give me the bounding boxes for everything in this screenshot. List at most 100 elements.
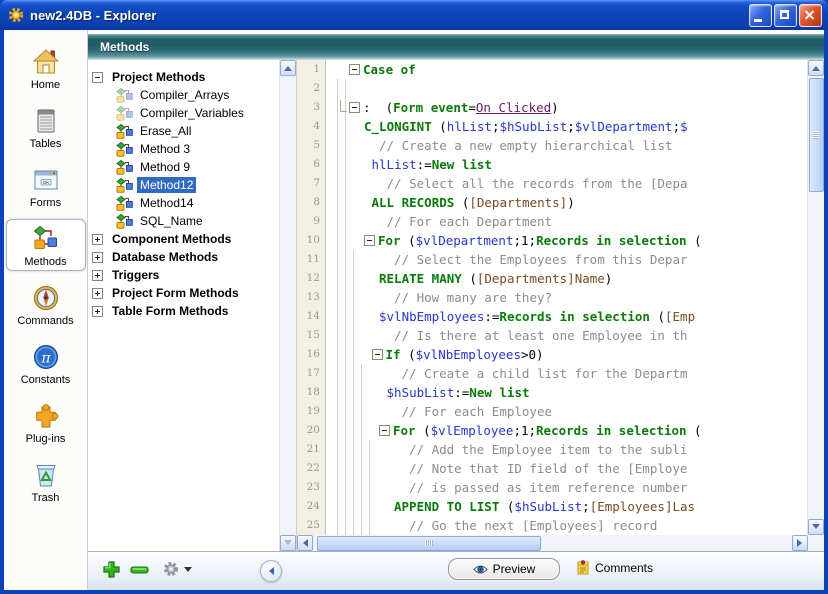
line-number: 22 — [297, 459, 325, 478]
tree-item-project-methods[interactable]: Project Methods — [88, 68, 279, 86]
code-line[interactable]: // Is there at least one Employee in th — [326, 326, 807, 345]
code-line[interactable]: For ($vlEmployee;1;Records in selection … — [326, 421, 807, 440]
fold-collapse-icon[interactable] — [379, 425, 390, 436]
scroll-down-icon[interactable] — [280, 535, 296, 551]
collapse-box-icon[interactable] — [92, 72, 103, 83]
maximize-button[interactable] — [774, 4, 797, 27]
actions-menu-button[interactable] — [162, 560, 192, 578]
code-vertical-scrollbar[interactable] — [807, 60, 824, 535]
sidebar-item-methods[interactable]: Methods — [6, 219, 86, 271]
code-line[interactable] — [326, 79, 807, 98]
code-line[interactable]: // Create a new empty hierarchical list — [326, 136, 807, 155]
collapse-pane-button[interactable] — [260, 560, 282, 582]
expand-box-icon[interactable] — [92, 234, 103, 245]
tree-item-compiler_arrays[interactable]: Compiler_Arrays — [88, 86, 279, 104]
tree-item-project-form-methods[interactable]: Project Form Methods — [88, 284, 279, 302]
collapse-left-icon — [265, 567, 274, 575]
chevron-down-icon — [184, 567, 192, 576]
code-line[interactable]: // How many are they? — [326, 288, 807, 307]
code-line[interactable]: // For each Employee — [326, 402, 807, 421]
methods-icon — [7, 223, 85, 254]
code-line[interactable]: // For each Department — [326, 212, 807, 231]
scroll-left-icon[interactable] — [297, 535, 313, 551]
code-line[interactable]: Case of — [326, 60, 807, 79]
code-line[interactable]: $vlNbEmployees:=Records in selection ([E… — [326, 307, 807, 326]
expand-box-icon[interactable] — [92, 288, 103, 299]
minimize-button[interactable] — [749, 4, 772, 27]
horizontal-scroll-thumb[interactable] — [317, 536, 541, 551]
tree-item-component-methods[interactable]: Component Methods — [88, 230, 279, 248]
code-line[interactable]: // Note that ID field of the [Employe — [326, 459, 807, 478]
preview-eye-icon — [473, 564, 488, 575]
code-line[interactable]: // Select the Employees from this Depar — [326, 250, 807, 269]
tree-item-table-form-methods[interactable]: Table Form Methods — [88, 302, 279, 320]
code-line[interactable]: If ($vlNbEmployees>0) — [326, 345, 807, 364]
expand-box-icon[interactable] — [92, 252, 103, 263]
code-line[interactable]: // Add the Employee item to the subli — [326, 440, 807, 459]
tree-item-method-3[interactable]: Method 3 — [88, 140, 279, 158]
line-number: 6 — [297, 155, 325, 174]
code-editor[interactable]: Case of : (Form event=On Clicked)C_LONGIN… — [326, 60, 807, 535]
sidebar-item-plugins[interactable]: Plug-ins — [6, 396, 86, 448]
line-number: 16 — [297, 345, 325, 364]
fold-collapse-icon[interactable] — [372, 349, 383, 360]
tree-item-database-methods[interactable]: Database Methods — [88, 248, 279, 266]
sidebar-item-tables[interactable]: Tables — [6, 101, 86, 153]
code-line[interactable]: For ($vlDepartment;1;Records in selectio… — [326, 231, 807, 250]
tree-item-sql_name[interactable]: SQL_Name — [88, 212, 279, 230]
commands-icon — [7, 282, 85, 313]
code-line[interactable]: $hSubList:=New list — [326, 383, 807, 402]
line-number: 4 — [297, 117, 325, 136]
app-gear-icon — [7, 6, 25, 24]
expand-box-icon[interactable] — [92, 270, 103, 281]
code-line[interactable]: // is passed as item reference number — [326, 478, 807, 497]
add-method-button[interactable] — [102, 560, 121, 579]
tree-item-method-9[interactable]: Method 9 — [88, 158, 279, 176]
tree-scrollbar[interactable] — [279, 60, 296, 551]
fold-collapse-icon[interactable] — [349, 102, 360, 113]
code-horizontal-scrollbar[interactable] — [297, 535, 808, 551]
code-line[interactable]: : (Form event=On Clicked) — [326, 98, 807, 117]
tree-item-erase_all[interactable]: Erase_All — [88, 122, 279, 140]
code-line[interactable]: APPEND TO LIST ($hSubList;[Employees]Las — [326, 497, 807, 516]
method-icon — [116, 196, 133, 211]
scroll-down-icon[interactable] — [808, 519, 824, 535]
tree-item-triggers[interactable]: Triggers — [88, 266, 279, 284]
code-line[interactable]: C_LONGINT (hlList;$hSubList;$vlDepartmen… — [326, 117, 807, 136]
scroll-up-icon[interactable] — [280, 60, 296, 76]
close-button[interactable] — [799, 4, 822, 27]
title-bar[interactable]: new2.4DB - Explorer — [0, 0, 828, 30]
code-line[interactable]: // Create a child list for the Departm — [326, 364, 807, 383]
code-line[interactable]: // Select all the records from the [Depa — [326, 174, 807, 193]
delete-method-button[interactable] — [130, 566, 149, 574]
line-number: 18 — [297, 383, 325, 402]
method-icon — [116, 88, 133, 103]
line-number: 25 — [297, 516, 325, 535]
tree-item-method12[interactable]: Method12 — [88, 176, 279, 194]
tree-item-method14[interactable]: Method14 — [88, 194, 279, 212]
code-line[interactable]: // Go the next [Employees] record — [326, 516, 807, 535]
fold-collapse-icon[interactable] — [364, 235, 375, 246]
fold-collapse-icon[interactable] — [349, 64, 360, 75]
sidebar-item-constants[interactable]: πConstants — [6, 337, 86, 389]
scroll-up-icon[interactable] — [808, 60, 824, 76]
window-title: new2.4DB - Explorer — [30, 8, 749, 23]
line-number: 23 — [297, 478, 325, 497]
method-icon — [116, 214, 133, 229]
preview-button[interactable]: Preview — [448, 558, 560, 580]
sidebar-item-label: Plug-ins — [7, 433, 85, 445]
code-line[interactable]: hlList:=New list — [326, 155, 807, 174]
code-line[interactable]: ALL RECORDS ([Departments]) — [326, 193, 807, 212]
tables-icon — [7, 105, 85, 136]
sidebar-item-home[interactable]: Home — [6, 42, 86, 94]
sidebar-item-trash[interactable]: Trash — [6, 455, 86, 507]
comments-button[interactable]: Comments — [576, 560, 653, 575]
tree-item-compiler_variables[interactable]: Compiler_Variables — [88, 104, 279, 122]
vertical-scroll-thumb[interactable] — [809, 78, 824, 192]
expand-box-icon[interactable] — [92, 306, 103, 317]
scroll-right-icon[interactable] — [792, 535, 808, 551]
code-line[interactable]: RELATE MANY ([Departments]Name) — [326, 269, 807, 288]
sidebar-item-commands[interactable]: Commands — [6, 278, 86, 330]
sidebar-item-forms[interactable]: OKForms — [6, 160, 86, 212]
method-icon — [116, 178, 133, 193]
